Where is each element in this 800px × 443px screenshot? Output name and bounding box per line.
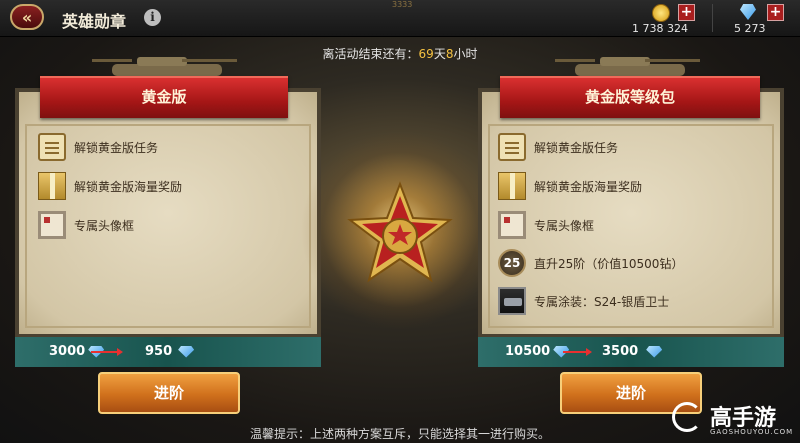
new-price-value: 950 xyxy=(145,344,173,359)
left-item-rewards: 解锁黄金版海量奖励 xyxy=(38,171,182,201)
right-item-tank-skin: 专属涂装：S24-银盾卫士 xyxy=(498,286,669,316)
gift-icon xyxy=(498,172,526,200)
right-item-rewards: 解锁黄金版海量奖励 xyxy=(498,171,642,201)
back-button[interactable]: « xyxy=(10,4,44,30)
divider xyxy=(712,4,713,32)
gold-edition-price-bar: 3000 950 xyxy=(15,337,321,367)
new-price: 950 xyxy=(145,344,195,359)
avatar-frame-icon xyxy=(498,211,526,239)
gold-level-pack-title: 黄金版等级包 xyxy=(500,76,760,118)
right-item-tasks: 解锁黄金版任务 xyxy=(498,132,618,162)
tank-skin-icon xyxy=(498,287,526,315)
scroll-icon xyxy=(498,133,526,161)
gold-resource: + 1 738 324 xyxy=(620,2,710,36)
item-label: 专属涂装：S24-银盾卫士 xyxy=(534,294,670,309)
left-item-avatar-frame: 专属头像框 xyxy=(38,210,134,240)
add-gold-button[interactable]: + xyxy=(678,4,695,21)
item-label: 解锁黄金版任务 xyxy=(534,140,619,155)
brand-domain: GAOSHOUYOU.COM xyxy=(710,428,794,436)
gold-edition-title: 黄金版 xyxy=(40,76,288,118)
old-price: 10500 xyxy=(505,344,570,359)
countdown-days: 69 xyxy=(418,47,434,61)
right-item-level-up: 25 直升25阶（价值10500钻） xyxy=(498,248,683,278)
gold-value: 1 738 324 xyxy=(632,22,688,35)
hero-medal-icon xyxy=(347,181,453,283)
item-label: 解锁黄金版任务 xyxy=(74,140,159,155)
old-price-value: 10500 xyxy=(505,344,551,359)
scroll-icon xyxy=(38,133,66,161)
countdown-days-unit: 天 xyxy=(433,47,446,61)
countdown-hours-unit: 小时 xyxy=(453,47,478,61)
countdown-prefix: 离活动结束还有： xyxy=(322,47,419,61)
left-item-tasks: 解锁黄金版任务 xyxy=(38,132,158,162)
item-label: 解锁黄金版海量奖励 xyxy=(534,179,643,194)
ticker-text: 3333 xyxy=(392,0,413,9)
top-bar: « 英雄勋章 i 3333 + 1 738 324 + 5 273 xyxy=(0,0,800,37)
diamond-icon xyxy=(178,345,195,358)
new-price: 3500 xyxy=(602,344,663,359)
page-title: 英雄勋章 xyxy=(62,12,127,31)
brand-mark-icon xyxy=(672,402,702,432)
diamond-icon xyxy=(740,4,756,20)
item-label: 专属头像框 xyxy=(74,218,135,233)
gold-edition-advance-button[interactable]: 进阶 xyxy=(98,372,240,414)
diamond-value: 5 273 xyxy=(734,22,766,35)
level-badge-icon: 25 xyxy=(498,249,526,277)
avatar-frame-icon xyxy=(38,211,66,239)
old-price-value: 3000 xyxy=(49,344,86,359)
right-item-avatar-frame: 专属头像框 xyxy=(498,210,594,240)
diamond-resource: + 5 273 xyxy=(720,2,800,36)
new-price-value: 3500 xyxy=(602,344,639,359)
gift-icon xyxy=(38,172,66,200)
item-label: 解锁黄金版海量奖励 xyxy=(74,179,183,194)
info-icon[interactable]: i xyxy=(144,9,161,26)
add-diamond-button[interactable]: + xyxy=(767,4,784,21)
strike-arrow xyxy=(91,348,123,356)
diamond-icon xyxy=(646,345,663,358)
strike-arrow xyxy=(563,348,592,356)
gold-level-pack-price-bar: 10500 3500 xyxy=(478,337,784,367)
item-label: 直升25阶（价值10500钻） xyxy=(534,256,684,271)
double-chevron-left-icon: « xyxy=(21,7,33,27)
item-label: 专属头像框 xyxy=(534,218,595,233)
gold-coin-icon xyxy=(652,4,670,22)
